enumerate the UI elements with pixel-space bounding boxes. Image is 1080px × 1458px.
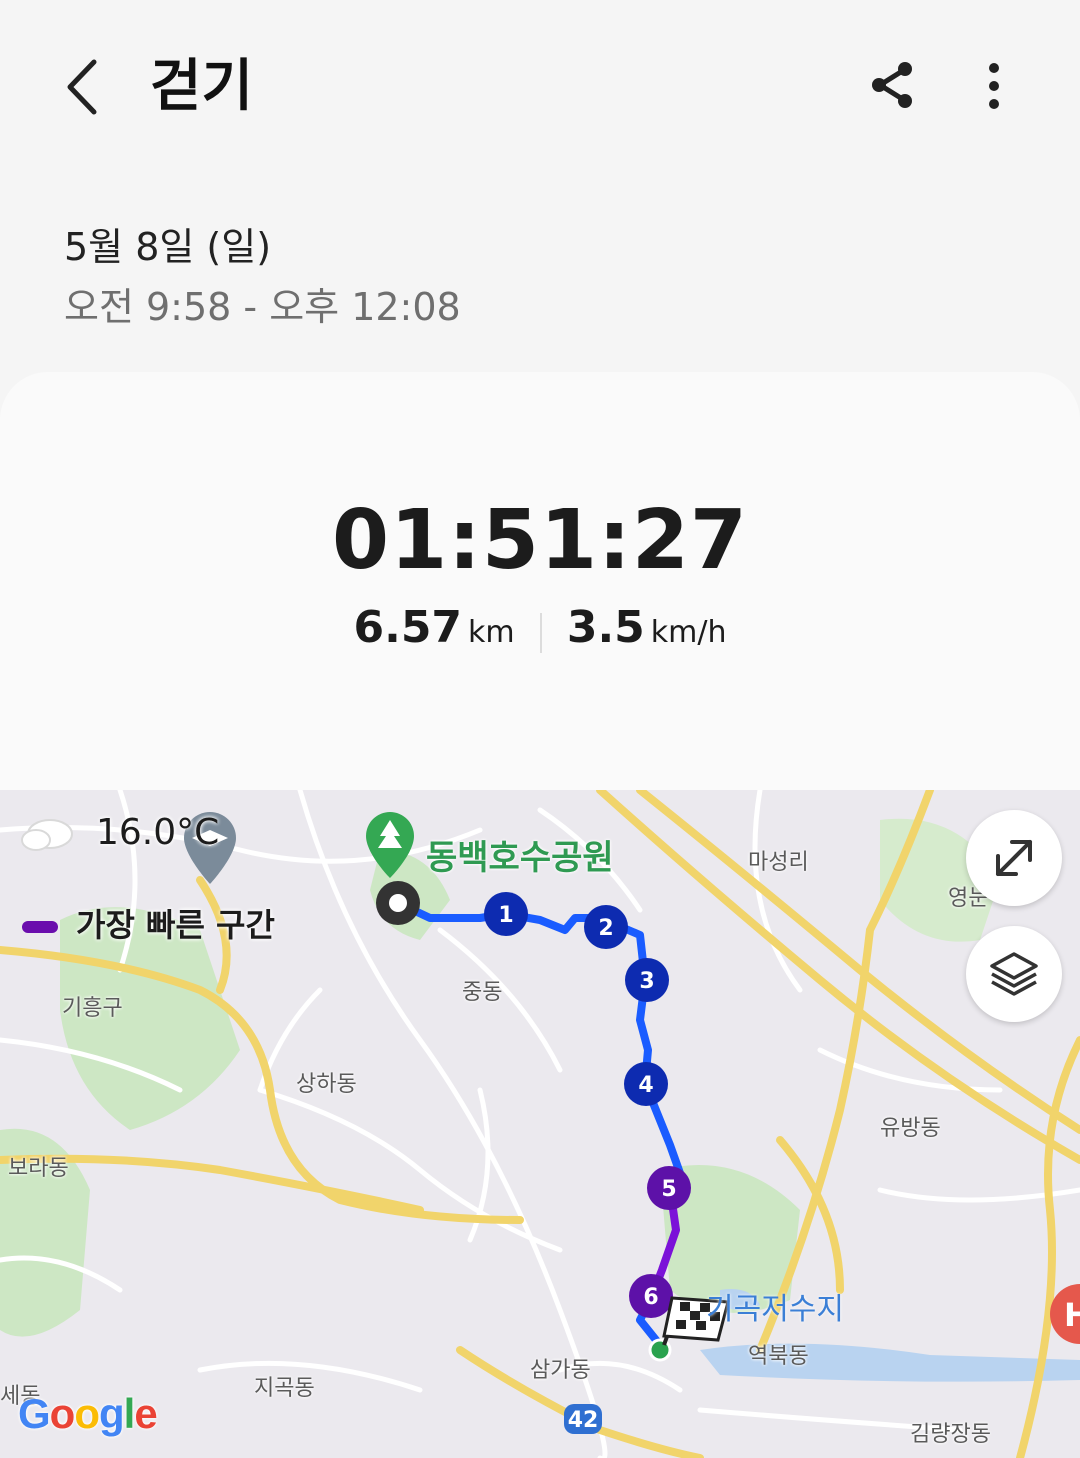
- speed-value: 3.5: [566, 602, 645, 653]
- place-label: 지곡동: [254, 1376, 315, 1401]
- back-button[interactable]: [58, 52, 114, 122]
- chevron-left-icon: [67, 59, 97, 115]
- place-label: 유방동: [880, 1116, 941, 1141]
- hospital-pin-icon: H: [1050, 1284, 1080, 1344]
- split-marker-2: 2: [584, 905, 628, 949]
- place-label: 보라동: [8, 1156, 69, 1181]
- session-time-range: 오전 9:58 - 오후 12:08: [64, 285, 461, 329]
- place-label: 상하동: [296, 1072, 357, 1097]
- svg-text:H: H: [1064, 1296, 1080, 1334]
- place-label: 기흥구: [62, 996, 123, 1021]
- more-vertical-icon: [989, 63, 999, 109]
- split-marker-6: 6: [629, 1274, 673, 1318]
- session-date: 5월 8일 (일): [64, 225, 272, 269]
- layers-icon: [990, 952, 1038, 996]
- place-label: 역북동: [748, 1344, 809, 1369]
- svg-text:42: 42: [568, 1408, 599, 1433]
- duration-value: 01:51:27: [332, 493, 748, 588]
- distance-value: 6.57: [353, 602, 463, 653]
- fastest-segment-legend: 가장 빠른 구간: [22, 900, 275, 946]
- share-button[interactable]: [866, 58, 920, 112]
- speed-unit: km/h: [650, 615, 727, 650]
- distance-unit: km: [468, 615, 515, 650]
- place-label: 김량장동: [910, 1422, 991, 1447]
- speed-stat: 3.5 km/h: [567, 598, 727, 667]
- place-label: 삼가동: [530, 1358, 591, 1383]
- stats-row: 6.57 km 3.5 km/h: [0, 598, 1080, 667]
- place-label: 마성리: [748, 850, 809, 875]
- summary-card: [0, 372, 1080, 812]
- reservoir-label: 기곡저수지: [706, 1292, 844, 1327]
- map-layers-button[interactable]: [966, 926, 1062, 1022]
- start-marker: [376, 881, 420, 925]
- split-marker-1: 1: [484, 892, 528, 936]
- park-pin-icon: [366, 812, 414, 878]
- route-map[interactable]: 1 2 3 4 5 6 42 H 16.0°C 가장 빠른 구간 동백호수공원 …: [0, 790, 1080, 1458]
- legend-swatch: [22, 921, 58, 933]
- google-logo: Google: [18, 1390, 158, 1437]
- page-title: 걷기: [150, 54, 254, 119]
- weather-temperature: 16.0°C: [96, 812, 220, 853]
- road-badge: 42: [564, 1404, 602, 1434]
- cloud-icon: [21, 819, 73, 851]
- split-marker-4: 4: [624, 1062, 668, 1106]
- place-label: 중동: [462, 980, 503, 1005]
- svg-text:6: 6: [643, 1285, 658, 1310]
- park-label[interactable]: 동백호수공원: [426, 830, 614, 879]
- split-marker-3: 3: [625, 958, 669, 1002]
- svg-text:4: 4: [638, 1073, 653, 1098]
- svg-text:1: 1: [498, 903, 513, 928]
- svg-text:3: 3: [639, 969, 654, 994]
- legend-label: 가장 빠른 구간: [76, 906, 275, 944]
- expand-map-button[interactable]: [966, 810, 1062, 906]
- expand-icon: [996, 840, 1032, 876]
- app-header: 걷기: [0, 0, 1080, 180]
- stats-divider: [539, 612, 542, 653]
- more-options-button[interactable]: [972, 58, 1016, 118]
- distance-stat: 6.57 km: [353, 598, 514, 667]
- split-marker-5: 5: [647, 1166, 691, 1210]
- svg-text:2: 2: [598, 916, 613, 941]
- share-icon: [872, 62, 912, 108]
- svg-text:5: 5: [661, 1177, 676, 1202]
